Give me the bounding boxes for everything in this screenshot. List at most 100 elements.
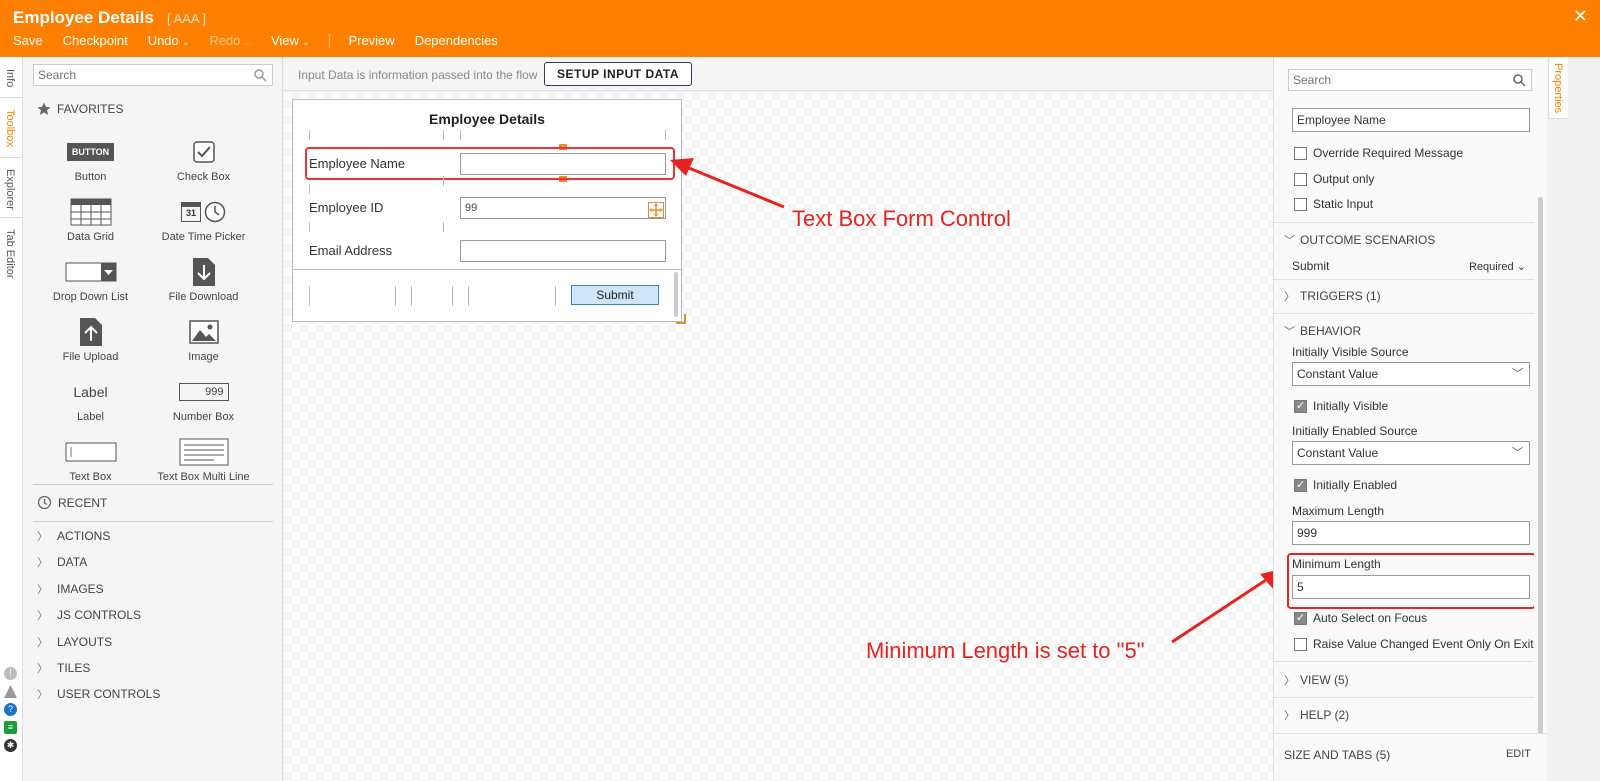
undo-button[interactable]: Undo ⌄ — [148, 33, 190, 48]
view-menu[interactable]: View ⌄ — [271, 33, 310, 48]
dropdown-icon — [65, 262, 116, 282]
toolbox-item-text-box-multi-line[interactable]: Text Box Multi Line — [146, 437, 261, 483]
category-layouts[interactable]: 〉 LAYOUTS — [37, 634, 112, 650]
checkbox-label: Initially Enabled — [1313, 478, 1398, 492]
form-preview[interactable]: Employee Details Employee Name Employee … — [292, 99, 682, 322]
behavior-section[interactable]: ﹀ BEHAVIOR — [1284, 323, 1361, 339]
toolbox-item-label: Label — [77, 411, 104, 423]
warning-icon[interactable] — [4, 685, 17, 698]
category-js-controls[interactable]: 〉 JS CONTROLS — [37, 607, 141, 623]
tab-tab-editor[interactable]: Tab Editor — [4, 229, 16, 279]
tab-explorer[interactable]: Explorer — [4, 169, 16, 210]
toolbox-item-file-download[interactable]: File Download — [146, 257, 261, 303]
override-required-checkbox[interactable]: Override Required Message — [1294, 146, 1463, 160]
help-section[interactable]: 〉 HELP (2) — [1284, 707, 1349, 723]
close-icon[interactable]: ✕ — [1573, 6, 1588, 27]
tab-toolbox[interactable]: Toolbox — [4, 109, 16, 147]
toolbox-item-label-control[interactable]: Label Label — [33, 377, 148, 423]
static-input-checkbox[interactable]: Static Input — [1294, 197, 1373, 211]
category-actions[interactable]: 〉 ACTIONS — [37, 528, 110, 544]
size-and-tabs-section[interactable]: SIZE AND TABS (5) — [1284, 748, 1390, 762]
form-title: Employee Details — [429, 111, 545, 127]
enabled-source-select[interactable]: Constant Value ﹀ — [1292, 441, 1530, 465]
category-tiles[interactable]: 〉 TILES — [37, 660, 90, 676]
help-icon[interactable]: ? — [4, 703, 17, 716]
search-icon — [254, 69, 267, 82]
redo-label: Redo — [209, 33, 241, 48]
preview-button[interactable]: Preview — [348, 33, 394, 48]
toolbox-divider — [33, 484, 273, 485]
design-canvas[interactable]: Employee Details Employee Name Employee … — [284, 92, 1286, 781]
section-divider — [1274, 661, 1534, 662]
toolbox-item-button[interactable]: BUTTON Button — [33, 137, 148, 183]
tab-info[interactable]: Info — [4, 69, 16, 87]
status-icons: ! ? ≡ ✱ — [4, 667, 17, 752]
triggers-section[interactable]: 〉 TRIGGERS (1) — [1284, 288, 1381, 304]
category-user-controls[interactable]: 〉 USER CONTROLS — [37, 686, 160, 702]
outcome-required-dropdown[interactable]: Required ⌄ — [1469, 260, 1526, 273]
toolbox-item-check-box[interactable]: Check Box — [146, 137, 261, 183]
view-section[interactable]: 〉 VIEW (5) — [1284, 672, 1349, 688]
checkbox-icon — [1294, 611, 1307, 625]
toolbox-item-image[interactable]: Image — [146, 317, 261, 363]
toolbox-item-number-box[interactable]: 999 Number Box — [146, 377, 261, 423]
toolbox-search-input[interactable] — [34, 65, 244, 85]
save-button[interactable]: Save — [13, 33, 43, 48]
toolbox-item-data-grid[interactable]: Data Grid — [33, 197, 148, 243]
edit-button[interactable]: EDIT — [1506, 748, 1531, 760]
settings-icon[interactable]: ✱ — [4, 739, 17, 752]
visible-source-select[interactable]: Constant Value ﹀ — [1292, 362, 1530, 386]
redo-button[interactable]: Redo ⌄ — [209, 33, 251, 48]
properties-search-input[interactable] — [1289, 70, 1499, 90]
tab-divider — [0, 97, 22, 98]
text-box-icon — [65, 442, 116, 462]
info-icon[interactable]: ! — [4, 667, 17, 680]
raise-event-checkbox[interactable]: Raise Value Changed Event Only On Exit — [1294, 637, 1534, 651]
setup-input-data-button[interactable]: SETUP INPUT DATA — [544, 62, 692, 86]
slot-bracket — [658, 130, 666, 140]
toolbox-item-label: File Download — [168, 291, 239, 303]
visible-source-value: Constant Value — [1297, 367, 1379, 381]
chevron-down-icon: ﹀ — [1512, 368, 1523, 380]
properties-search — [1288, 69, 1532, 91]
email-address-textbox[interactable] — [460, 240, 666, 262]
dependencies-button[interactable]: Dependencies — [415, 33, 498, 48]
button-icon: BUTTON — [66, 143, 115, 161]
chevron-down-icon: ﹀ — [1284, 326, 1295, 338]
outcome-scenarios-section[interactable]: ﹀ OUTCOME SCENARIOS — [1284, 232, 1435, 248]
min-length-input[interactable]: 5 — [1292, 575, 1530, 599]
number-box-icon: 999 — [178, 383, 229, 401]
output-only-checkbox[interactable]: Output only — [1294, 172, 1374, 186]
auto-select-checkbox[interactable]: Auto Select on Focus — [1294, 611, 1427, 625]
initially-visible-checkbox[interactable]: Initially Visible — [1294, 399, 1388, 413]
checkpoint-button[interactable]: Checkpoint — [63, 33, 128, 48]
category-data[interactable]: 〉 DATA — [37, 554, 87, 570]
submit-button[interactable]: Submit — [571, 285, 659, 305]
chevron-down-icon: ⌄ — [243, 37, 251, 47]
category-images[interactable]: 〉 IMAGES — [37, 581, 104, 597]
chevron-right-icon: 〉 — [37, 663, 48, 675]
initially-enabled-checkbox[interactable]: Initially Enabled — [1294, 478, 1397, 492]
slot-bracket — [445, 286, 453, 306]
label-icon: Label — [73, 384, 108, 400]
employee-id-textbox[interactable]: 99 — [460, 197, 666, 219]
slot-bracket — [548, 286, 556, 306]
name-field[interactable]: Employee Name — [1292, 108, 1530, 132]
max-length-input[interactable]: 999 — [1292, 521, 1530, 545]
sheet-icon[interactable]: ≡ — [4, 721, 17, 734]
category-label: JS CONTROLS — [57, 608, 142, 622]
chevron-right-icon: 〉 — [1284, 675, 1295, 687]
favorites-header[interactable]: FAVORITES — [37, 102, 123, 116]
properties-tab[interactable]: Properties — [1548, 57, 1568, 119]
toolbox-item-file-upload[interactable]: File Upload — [33, 317, 148, 363]
move-icon[interactable] — [648, 202, 664, 218]
checkbox-label: Auto Select on Focus — [1313, 611, 1428, 625]
toolbox-item-text-box[interactable]: Text Box — [33, 437, 148, 483]
properties-scrollbar[interactable] — [1538, 197, 1543, 757]
chevron-right-icon: 〉 — [1284, 291, 1295, 303]
toolbox-item-drop-down-list[interactable]: Drop Down List — [33, 257, 148, 303]
toolbox-item-date-time-picker[interactable]: 31 Date Time Picker — [146, 197, 261, 243]
recent-header[interactable]: RECENT — [37, 495, 107, 510]
form-scrollbar[interactable] — [674, 272, 678, 317]
form-resize-icon[interactable] — [676, 314, 686, 324]
